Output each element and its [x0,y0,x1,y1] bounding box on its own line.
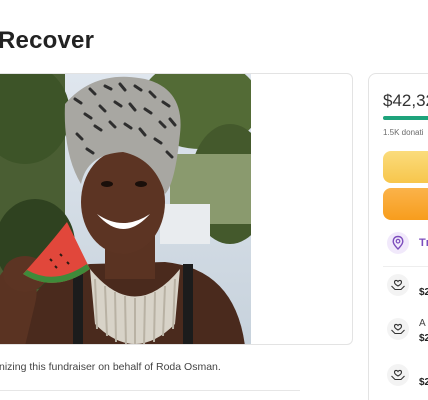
share-button[interactable] [383,151,428,183]
divider [0,390,300,391]
donor-amount: $2 [419,333,428,344]
heart-hands-icon [387,318,409,340]
trending-label: Tı [419,237,428,249]
campaign-photo[interactable] [0,74,251,344]
campaign-title: Recover [0,27,95,54]
donor-amount: $2 [419,377,428,388]
location-pin-icon [387,232,409,254]
donations-count: 1.5K donati [383,128,424,137]
heart-hands-icon [387,274,409,296]
donate-panel: $42,32 1.5K donati Tı $2 A $2 [368,73,428,400]
donor-amount: $2 [419,287,428,298]
divider [383,266,428,267]
progress-bar [383,116,428,120]
donor-name: A [419,318,426,329]
organizer-text: nizing this fundraiser on behalf of Roda… [0,361,221,373]
progress-bar-fill [383,116,428,120]
amount-raised: $42,32 [383,91,428,110]
donate-button[interactable] [383,188,428,220]
campaign-media-card [0,73,353,345]
campaign-photo-image [0,74,251,344]
heart-hands-icon [387,364,409,386]
